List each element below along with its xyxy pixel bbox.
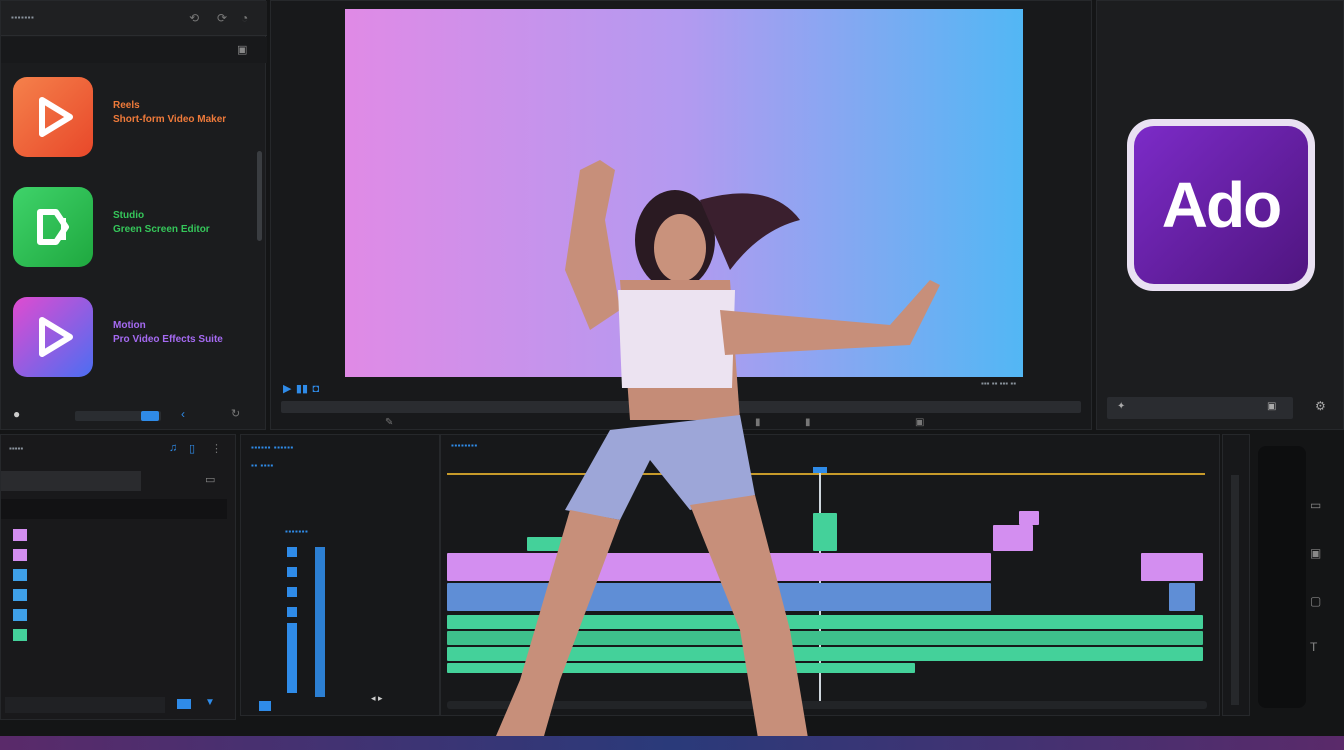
list-item[interactable]: [13, 609, 27, 621]
brand-logo-inner: Ado: [1134, 126, 1308, 284]
brand-logo-text: Ado: [1161, 169, 1282, 241]
dancer-face: [654, 214, 706, 282]
app-motion-subtitle: Pro Video Effects Suite: [113, 334, 223, 345]
app-reels-tile[interactable]: [13, 77, 93, 157]
sequence-name[interactable]: ▪▪▪▪▪▪ ▪▪▪▪▪▪: [251, 443, 294, 452]
library-toolbar: ▪▪▪▪▪▪▪ ⟲ ⟳ ◔: [1, 1, 267, 36]
brand-logo: Ado: [1127, 119, 1315, 291]
track-tools: ▪▪▪▪▪▪▪: [285, 527, 309, 536]
app-studio-subtitle: Green Screen Editor: [113, 224, 210, 235]
app-motion-name: Motion: [113, 320, 146, 331]
refresh-icon[interactable]: ⟳: [217, 11, 227, 25]
chat-icon[interactable]: ●: [13, 407, 20, 421]
app-studio-name: Studio: [113, 210, 145, 221]
floor-glow: [0, 736, 1344, 750]
dancer-hair-flow: [700, 193, 800, 270]
track-target-a2[interactable]: [287, 623, 297, 693]
clip-v1-b[interactable]: [1169, 583, 1195, 611]
library-title: ▪▪▪▪▪▪▪: [11, 13, 35, 22]
app-reels-info: Reels Short-form Video Maker: [113, 99, 226, 127]
redo-icon[interactable]: ↻: [231, 407, 240, 420]
loop-icon[interactable]: ◘: [312, 383, 319, 395]
track-target-column: [287, 543, 337, 703]
library-subheader: ▣: [1, 37, 267, 63]
app-studio-info: Studio Green Screen Editor: [113, 209, 210, 237]
dancer-leg-right: [690, 495, 810, 750]
tool-panel: ▭ ▣ ▢ T: [1254, 434, 1344, 716]
library-bottom-bar: ● ‹ ↻: [1, 401, 267, 431]
monitor-controls-left: ▶ ▮▮ ◘: [283, 379, 319, 397]
brand-panel: Ado ✦ ▣ ⚙: [1096, 0, 1344, 430]
sparkle-icon[interactable]: ✦: [1117, 401, 1125, 412]
dancer-figure: [490, 160, 940, 750]
timeline-zoom-button[interactable]: [259, 701, 271, 711]
clip-v3-c[interactable]: [993, 525, 1033, 551]
list-item[interactable]: [13, 629, 27, 641]
edit-icon: [37, 209, 69, 245]
app-reels-subtitle: Short-form Video Maker: [113, 114, 227, 125]
zoom-slider[interactable]: [75, 411, 161, 421]
list-item[interactable]: [13, 589, 27, 601]
play-icon: [39, 97, 73, 137]
audio-icon[interactable]: ♫: [169, 442, 177, 454]
menu-icon[interactable]: ⋮: [211, 442, 222, 455]
track-target-a1[interactable]: [287, 607, 297, 617]
track-source-column[interactable]: [315, 547, 325, 697]
dancer-arm-left: [565, 160, 620, 330]
app-reels-name: Reels: [113, 100, 140, 111]
folder-icon[interactable]: ▣: [237, 43, 247, 56]
dancer-top: [618, 290, 735, 388]
play-icon[interactable]: ◂ ▸: [371, 693, 383, 704]
back-icon[interactable]: ⟲: [189, 11, 199, 25]
dancer-leg-left: [490, 510, 620, 750]
clip-v2-b[interactable]: [1141, 553, 1203, 581]
image-tool-icon[interactable]: ▢: [1310, 594, 1321, 608]
project-scroll-bar[interactable]: [5, 697, 165, 713]
step-icon[interactable]: ▮▮: [296, 382, 308, 395]
project-search[interactable]: [1, 471, 141, 491]
project-header-row: [1, 499, 227, 519]
list-item[interactable]: [13, 549, 27, 561]
app-motion-info: Motion Pro Video Effects Suite: [113, 319, 223, 347]
audio-meter: [1231, 475, 1239, 705]
scissors-icon[interactable]: ✎: [385, 417, 393, 428]
project-tab-label[interactable]: ▪▪▪▪▪: [9, 444, 23, 453]
dancer-arm-right: [720, 280, 940, 355]
filter-icon[interactable]: ▯: [189, 442, 195, 455]
new-bin-icon[interactable]: ▭: [205, 473, 215, 486]
app-library-panel: ▪▪▪▪▪▪▪ ⟲ ⟳ ◔ ▣ Reels Short-form Video M…: [0, 0, 267, 431]
play-icon[interactable]: ▶: [283, 382, 291, 395]
list-item[interactable]: [13, 529, 27, 541]
chevron-down-icon[interactable]: ▼: [205, 697, 215, 708]
audio-meter-panel: [1222, 434, 1250, 716]
settings-icon[interactable]: ⚙: [1315, 399, 1326, 413]
list-item[interactable]: [13, 569, 27, 581]
clip-v3-d[interactable]: [1019, 511, 1039, 525]
monitor-controls-right: ▪▪▪ ▪▪ ▪▪▪ ▪▪: [981, 379, 1017, 388]
history-icon[interactable]: ◔: [241, 11, 248, 25]
tool-strip: [1258, 446, 1306, 708]
brand-bottom-bar: ✦ ▣: [1107, 397, 1293, 419]
zoom-slider-handle[interactable]: [141, 411, 159, 421]
image-icon[interactable]: ▣: [1267, 401, 1276, 412]
app-motion-tile[interactable]: [13, 297, 93, 377]
crop-tool-icon[interactable]: ▣: [1310, 546, 1321, 560]
track-target-v1[interactable]: [287, 587, 297, 597]
app-studio-tile[interactable]: [13, 187, 93, 267]
project-view-toggle[interactable]: [177, 699, 191, 709]
library-scrollbar[interactable]: [257, 151, 262, 241]
project-tab-bar: ▪▪▪▪▪ ♫ ▯ ⋮: [1, 435, 237, 463]
play-icon: [39, 317, 73, 357]
type-tool-icon[interactable]: T: [1310, 640, 1317, 654]
track-target-v3[interactable]: [287, 547, 297, 557]
track-target-v2[interactable]: [287, 567, 297, 577]
project-panel: ▪▪▪▪▪ ♫ ▯ ⋮ ▭ ▼: [0, 434, 236, 720]
timecode-display[interactable]: ▪▪ ▪▪▪▪: [251, 461, 274, 470]
pen-tool-icon[interactable]: ▭: [1310, 498, 1321, 512]
track-headers: ▪▪▪▪▪▪ ▪▪▪▪▪▪ ▪▪ ▪▪▪▪ ▪▪▪▪▪▪▪ ◂ ▸: [240, 434, 440, 716]
chevron-left-icon[interactable]: ‹: [181, 407, 185, 421]
